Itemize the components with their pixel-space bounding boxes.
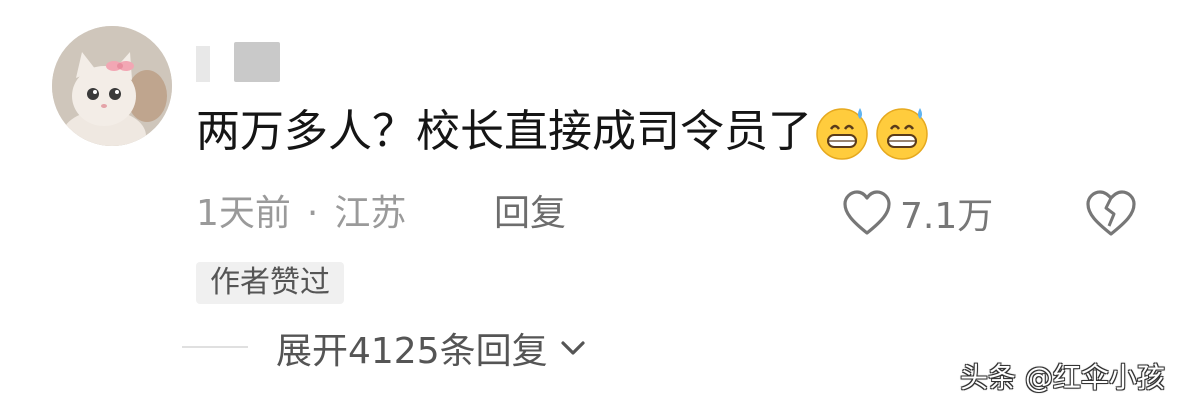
grinning-sweat-emoji-icon [812,102,872,162]
expand-replies-label: 展开4125条回复 [276,331,548,372]
like-count: 7.1万 [900,196,994,237]
watermark: 头条 @红伞小孩 [960,361,1165,394]
chevron-down-icon [548,339,586,357]
meta-separator: · [306,193,319,234]
heart-outline-icon [842,189,900,237]
comment-text: 两万多人？校长直接成司令员了 [196,106,812,157]
comment-text-row: 两万多人？校长直接成司令员了 [196,102,932,162]
grinning-sweat-emoji-icon [872,102,932,162]
comment-meta: 1天前 · 江苏 [196,188,406,240]
expand-replies-button[interactable]: 展开4125条回复 [276,322,586,374]
expand-divider [182,346,248,348]
dislike-button[interactable] [1084,186,1138,240]
comment-location: 江苏 [334,193,407,234]
broken-heart-icon [1084,186,1138,240]
comment-time: 1天前 [196,193,291,234]
username-redacted[interactable] [196,36,326,86]
like-button[interactable]: 7.1万 [842,186,993,240]
avatar[interactable] [52,26,172,146]
reply-button[interactable]: 回复 [494,188,566,240]
author-liked-badge: 作者赞过 [196,262,344,304]
